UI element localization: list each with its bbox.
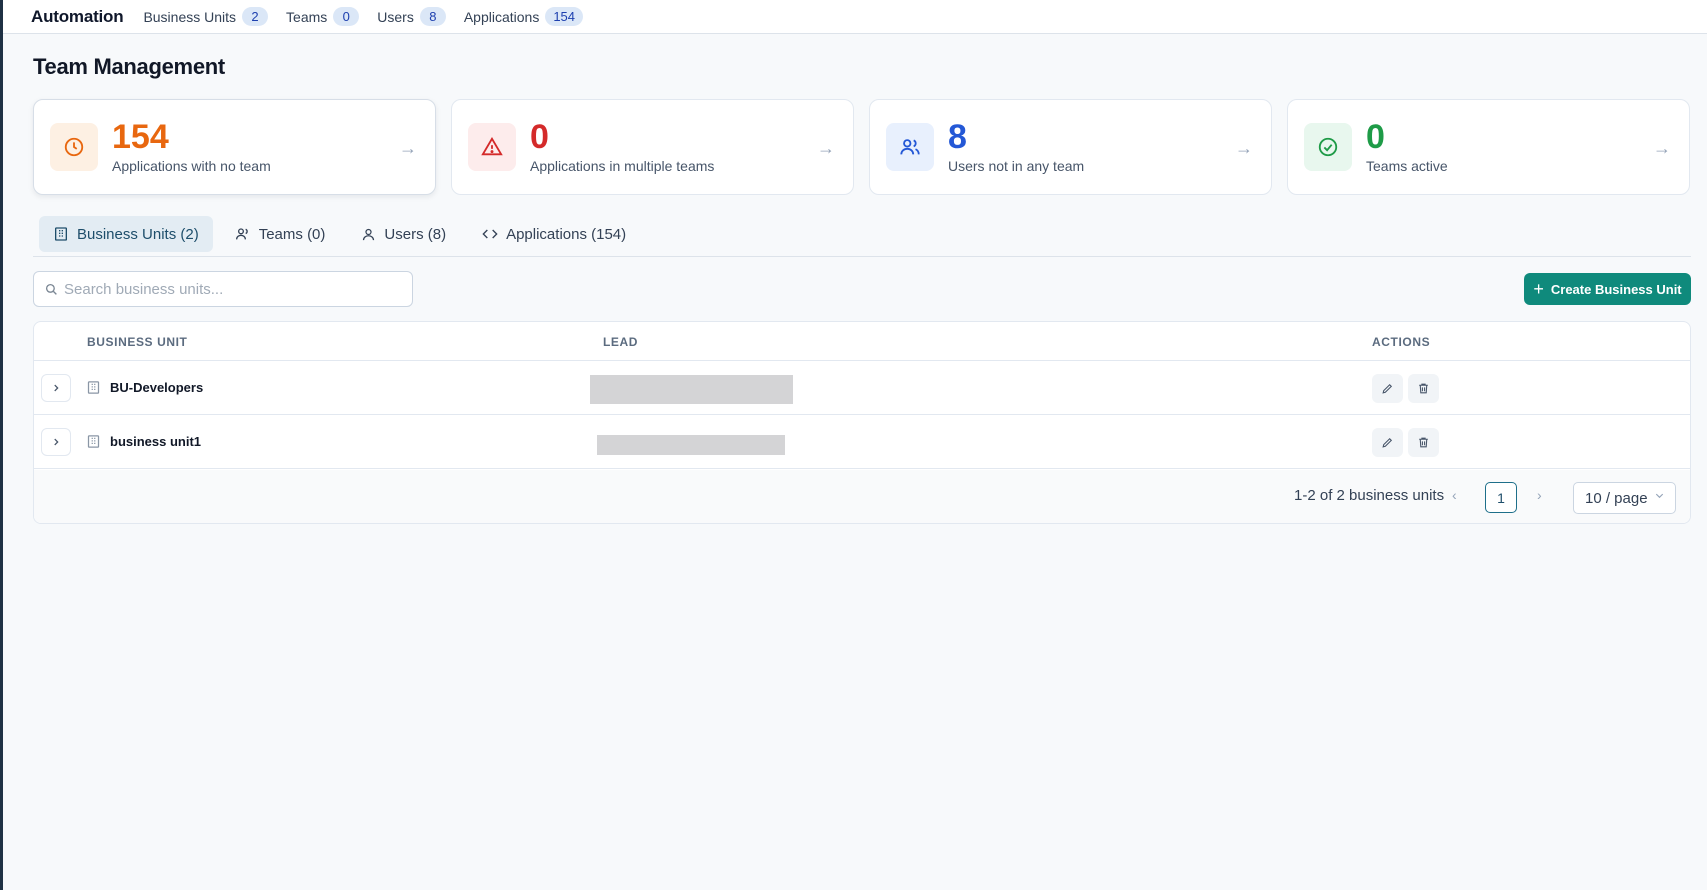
pagination-range: 1-2 of 2 business units: [1294, 487, 1445, 504]
check-circle-icon: [1304, 123, 1352, 171]
count-badge: 154: [545, 7, 584, 26]
building-icon: [87, 381, 100, 394]
card-applications-no-team[interactable]: 154 Applications with no team →: [33, 99, 436, 195]
tab-label: Business Units (2): [77, 225, 199, 243]
arrow-right-icon: →: [399, 138, 417, 158]
business-unit-name: BU-Developers: [110, 380, 204, 395]
count-badge: 0: [333, 7, 360, 26]
page-title: Team Management: [33, 54, 225, 79]
topnav-label: Business Units: [143, 8, 237, 25]
topnav-applications[interactable]: Applications 154: [463, 7, 584, 26]
card-label: Users not in any team: [948, 158, 1085, 174]
card-label: Applications in multiple teams: [530, 158, 715, 174]
previous-page-icon[interactable]: ‹: [1452, 487, 1457, 503]
table-header: BUSINESS UNIT LEAD ACTIONS: [34, 322, 1690, 361]
card-label: Applications with no team: [112, 158, 271, 174]
topnav-teams[interactable]: Teams 0: [286, 7, 360, 26]
tab-business-units[interactable]: Business Units (2): [39, 216, 213, 252]
card-teams-active[interactable]: 0 Teams active →: [1287, 99, 1690, 195]
pagination: 1-2 of 2 business units ‹ 1 › 10 / page: [34, 470, 1690, 523]
chevron-right-icon: [54, 438, 59, 446]
search-input[interactable]: [64, 280, 384, 298]
chevron-down-icon: [1655, 493, 1664, 499]
per-page-select[interactable]: 10 / page: [1573, 482, 1676, 514]
code-icon: [482, 229, 498, 239]
business-unit-name: business unit1: [110, 434, 202, 449]
pencil-icon: [1382, 383, 1393, 394]
tab-label: Users (8): [384, 225, 447, 243]
users-icon: [235, 228, 248, 240]
tab-label: Applications (154): [506, 225, 627, 243]
clock-icon: [50, 123, 98, 171]
tab-teams[interactable]: Teams (0): [221, 216, 340, 252]
users-icon: [886, 123, 934, 171]
count-badge: 2: [242, 7, 269, 26]
trash-icon: [1419, 383, 1428, 394]
count-badge: 8: [419, 7, 446, 26]
topnav-users[interactable]: Users 8: [377, 7, 446, 26]
arrow-right-icon: →: [817, 138, 835, 158]
column-header-lead: LEAD: [603, 335, 639, 349]
per-page-value: 10 / page: [1585, 489, 1648, 507]
brand-title: Automation: [31, 6, 124, 26]
next-page-icon[interactable]: ›: [1537, 487, 1542, 503]
tab-bar: Business Units (2) Teams (0) Users (8) A…: [33, 216, 1691, 257]
edit-button[interactable]: [1372, 428, 1403, 457]
edit-button[interactable]: [1372, 374, 1403, 403]
delete-button[interactable]: [1408, 428, 1439, 457]
expand-row-button[interactable]: [41, 374, 71, 402]
top-navigation-bar: Automation Business Units 2 Teams 0 User…: [3, 0, 1707, 34]
lead-redacted: [597, 435, 785, 455]
topnav-business-units[interactable]: Business Units 2: [143, 7, 269, 26]
plus-icon: +: [1533, 278, 1544, 299]
table-row: BU-Developers: [34, 361, 1690, 415]
summary-cards: 154 Applications with no team → 0 Applic…: [33, 99, 1690, 195]
card-value: 0: [1366, 118, 1385, 156]
topnav-label: Users: [377, 8, 414, 25]
card-value: 154: [112, 118, 169, 156]
tab-applications[interactable]: Applications (154): [468, 216, 640, 252]
building-icon: [87, 435, 100, 448]
warning-icon: [468, 123, 516, 171]
create-business-unit-button[interactable]: + Create Business Unit: [1524, 273, 1691, 305]
chevron-right-icon: [54, 384, 59, 392]
column-header-business-unit: BUSINESS UNIT: [87, 335, 188, 349]
lead-redacted: [590, 375, 793, 404]
search-icon: [45, 283, 57, 295]
card-users-no-team[interactable]: 8 Users not in any team →: [869, 99, 1272, 195]
topnav-label: Applications: [463, 8, 540, 25]
card-value: 8: [948, 118, 967, 156]
arrow-right-icon: →: [1235, 138, 1253, 158]
topnav-label: Teams: [286, 8, 328, 25]
arrow-right-icon: →: [1653, 138, 1671, 158]
page-number-button[interactable]: 1: [1485, 482, 1517, 513]
expand-row-button[interactable]: [41, 428, 71, 456]
trash-icon: [1419, 437, 1428, 448]
building-icon: [55, 227, 67, 241]
card-applications-multiple-teams[interactable]: 0 Applications in multiple teams →: [451, 99, 854, 195]
create-button-label: Create Business Unit: [1550, 281, 1682, 297]
table-row: business unit1: [34, 415, 1690, 469]
delete-button[interactable]: [1408, 374, 1439, 403]
card-value: 0: [530, 118, 549, 156]
tab-label: Teams (0): [258, 225, 326, 243]
card-label: Teams active: [1366, 158, 1448, 174]
column-header-actions: ACTIONS: [1372, 335, 1431, 349]
user-icon: [363, 228, 375, 240]
tab-users[interactable]: Users (8): [347, 216, 460, 252]
search-box: [33, 271, 413, 307]
pencil-icon: [1382, 437, 1393, 448]
business-units-table: BUSINESS UNIT LEAD ACTIONS BU-Developers…: [33, 321, 1691, 524]
